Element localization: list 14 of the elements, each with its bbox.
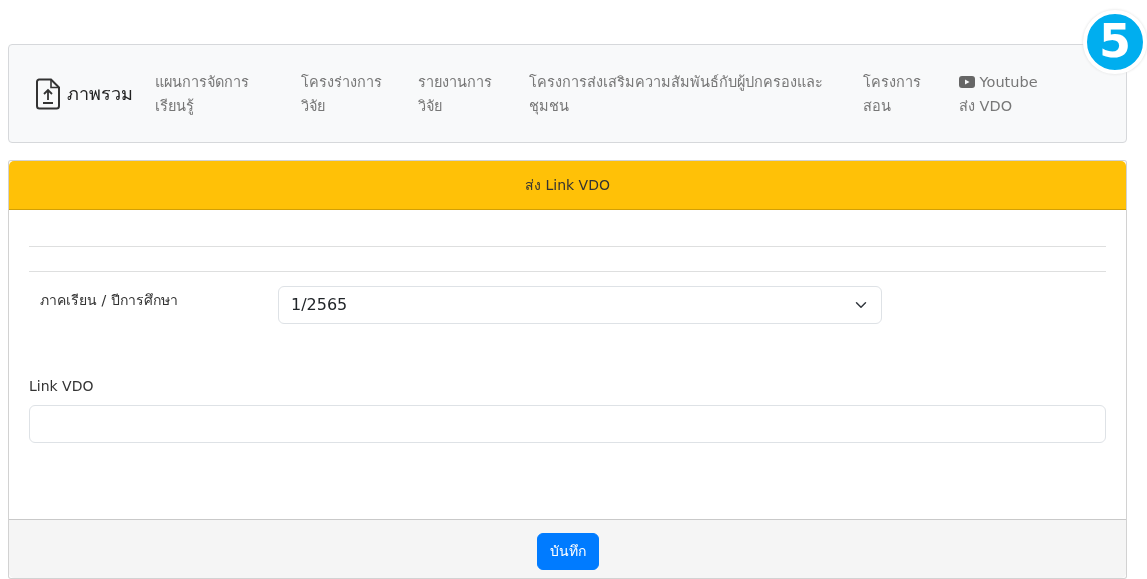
nav-link[interactable]: โครงการสอน (863, 69, 933, 118)
term-select[interactable]: 1/2565 (278, 286, 882, 324)
nav-link[interactable]: รายงานการวิจัย (418, 69, 503, 118)
card-header: ส่ง Link VDO (9, 161, 1126, 210)
file-upload-icon (35, 77, 61, 110)
term-label: ภาคเรียน / ปีการศึกษา (40, 291, 178, 310)
nav-link[interactable]: โครงร่างการวิจัย (301, 69, 392, 118)
brand-link[interactable]: ภาพรวม (35, 77, 133, 110)
link-label: Link VDO (29, 377, 94, 396)
play-icon (959, 75, 975, 88)
save-button[interactable]: บันทึก (536, 533, 599, 570)
nav-link[interactable]: Youtube ส่ง VDO (959, 69, 1051, 118)
nav-link[interactable]: แผนการจัดการเรียนรู้ (155, 69, 275, 118)
nav-link[interactable]: โครงการส่งเสริมความสัมพันธ์กับผู้ปกครองและชุมชน (529, 69, 837, 118)
